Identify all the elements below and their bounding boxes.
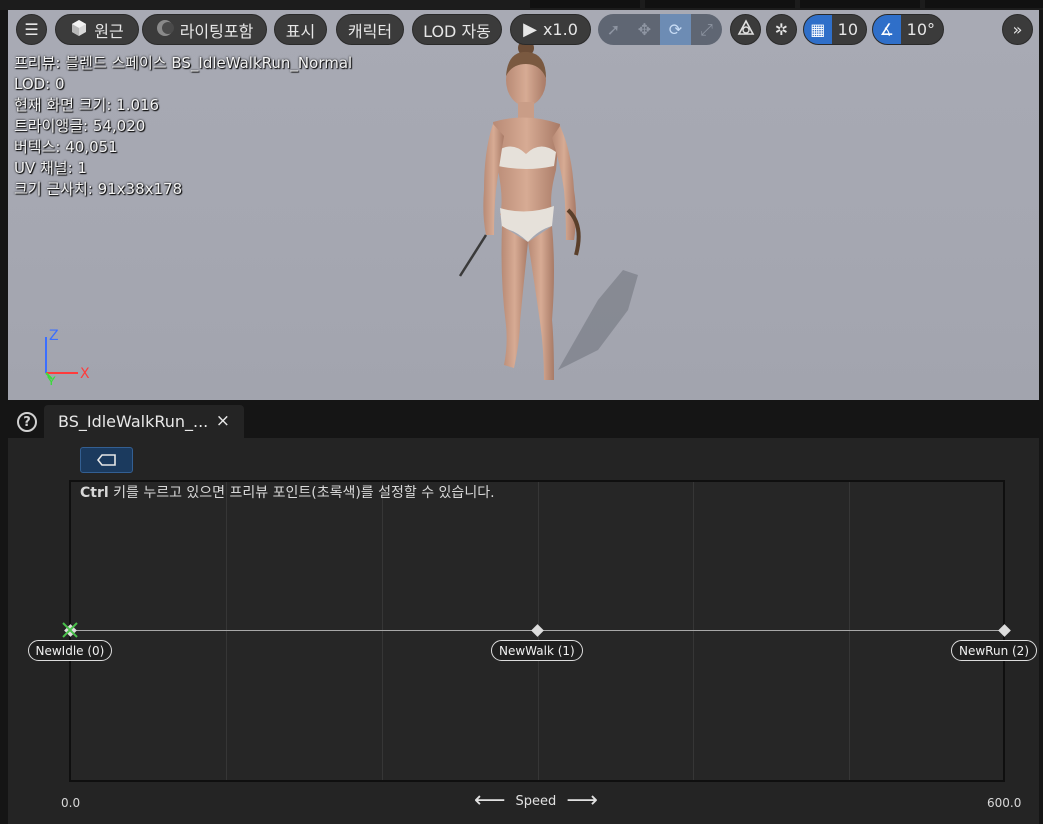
grid-snap-value: 10	[837, 20, 858, 39]
lighting-button[interactable]: 라이팅포함	[142, 14, 267, 45]
axis-x-label: X	[80, 366, 90, 382]
sample-label[interactable]: NewWalk (1)	[491, 640, 583, 661]
grid-snap-button[interactable]: ▦ 10	[803, 14, 867, 45]
blendspace-panel: Ctrl 키를 누르고 있으면 프리뷰 포인트(초록색)를 설정할 수 있습니다…	[8, 438, 1039, 824]
speed-axis-label: Speed	[515, 793, 557, 809]
axis-y-label: Y	[46, 375, 56, 385]
character-button[interactable]: 캐릭터	[336, 14, 404, 45]
transform-tools: ➚ ✥ ⟳ ⤢	[598, 14, 722, 45]
menu-button[interactable]: ☰	[16, 14, 47, 45]
stat-triangles: 트라이앵글: 54,020	[14, 117, 146, 135]
rotate-icon: ⟳	[668, 20, 683, 39]
play-icon: ▶	[523, 19, 537, 40]
stat-screen-size: 현재 화면 크기: 1.016	[14, 96, 160, 114]
arrow-right-icon: ⟶	[566, 788, 598, 813]
preview-hint: Ctrl 키를 누르고 있으면 프리뷰 포인트(초록색)를 설정할 수 있습니다…	[80, 482, 495, 502]
stat-uv-channels: UV 채널: 1	[14, 159, 87, 177]
axes-gizmo: Z X Y	[45, 328, 90, 385]
translate-tool[interactable]: ✥	[629, 14, 660, 45]
top-strip	[0, 0, 1043, 10]
sample-label[interactable]: NewRun (2)	[951, 640, 1037, 661]
speed-axis-caption: ⟵ Speed ⟶	[474, 788, 598, 813]
rotation-snap-value: 10°	[906, 20, 935, 39]
cursor-icon: ➚	[606, 20, 621, 39]
help-icon[interactable]: ?	[17, 412, 37, 432]
viewport-stats: 프리뷰: 블렌드 스페이스 BS_IdleWalkRun_Normal LOD:…	[14, 53, 352, 200]
lit-sphere-icon	[156, 19, 174, 41]
tab-blendspace[interactable]: BS_IdleWalkRun_... ×	[44, 405, 244, 438]
coordinate-space-button[interactable]	[730, 14, 761, 45]
tab-title: BS_IdleWalkRun_...	[58, 412, 209, 431]
animation-editor: 프리뷰: 블렌드 스페이스 BS_IdleWalkRun_Normal LOD:…	[0, 0, 1043, 824]
arrow-left-icon: ⟵	[474, 788, 506, 813]
stat-lod: LOD: 0	[14, 75, 65, 93]
lod-label: LOD 자동	[423, 21, 491, 41]
more-options-button[interactable]: »	[1002, 14, 1033, 45]
axis-max-label: 600.0	[987, 796, 1022, 810]
rotation-snap-button[interactable]: ∡ 10°	[872, 14, 944, 45]
perspective-button[interactable]: 원근	[55, 14, 139, 45]
close-icon[interactable]: ×	[216, 411, 230, 431]
select-tool[interactable]: ➚	[598, 14, 629, 45]
tag-button[interactable]	[80, 447, 133, 473]
tag-icon	[96, 451, 117, 470]
move-icon: ✥	[637, 20, 652, 39]
hamburger-icon: ☰	[24, 20, 39, 39]
hint-text: 키를 누르고 있으면 프리뷰 포인트(초록색)를 설정할 수 있습니다.	[108, 485, 495, 501]
character-label: 캐릭터	[347, 21, 393, 41]
play-rate-button[interactable]: ▶ x1.0	[510, 14, 591, 45]
stat-approx-size: 크기 근사치: 91x38x178	[14, 180, 183, 198]
grid-icon: ▦	[810, 20, 826, 39]
perspective-label: 원근	[94, 21, 124, 41]
axis-z-label: Z	[49, 328, 59, 344]
rotate-tool[interactable]: ⟳	[660, 14, 691, 45]
scale-icon: ⤢	[700, 19, 713, 39]
snap-icon: ✲	[774, 20, 789, 39]
angle-icon: ∡	[879, 20, 894, 39]
viewport-toolbar: ☰ 원근 라이팅포함 표시 캐릭터 LOD 자동 ▶ x1.0 ➚ ✥ ⟳ ⤢ …	[8, 14, 1036, 46]
sample-label[interactable]: NewIdle (0)	[27, 640, 113, 661]
world-icon	[737, 18, 755, 41]
show-label: 표시	[285, 21, 316, 41]
cube-icon	[70, 19, 88, 41]
stat-vertices: 버텍스: 40,051	[14, 138, 118, 156]
lighting-label: 라이팅포함	[179, 21, 254, 41]
stat-preview: 프리뷰: 블렌드 스페이스 BS_IdleWalkRun_Normal	[14, 54, 353, 72]
preview-viewport[interactable]: 프리뷰: 블렌드 스페이스 BS_IdleWalkRun_Normal LOD:…	[8, 10, 1039, 400]
scale-tool[interactable]: ⤢	[691, 14, 722, 45]
tab-bar: ? BS_IdleWalkRun_... ×	[8, 402, 1039, 438]
lod-button[interactable]: LOD 자동	[412, 14, 502, 45]
axis-min-label: 0.0	[61, 796, 81, 810]
chevron-double-right-icon: »	[1012, 20, 1023, 39]
hint-key: Ctrl	[80, 485, 109, 501]
show-button[interactable]: 표시	[274, 14, 327, 45]
surface-snap-button[interactable]: ✲	[766, 14, 797, 45]
preview-point-icon[interactable]	[60, 620, 80, 640]
play-rate-label: x1.0	[542, 20, 578, 39]
character-preview[interactable]	[448, 40, 648, 380]
